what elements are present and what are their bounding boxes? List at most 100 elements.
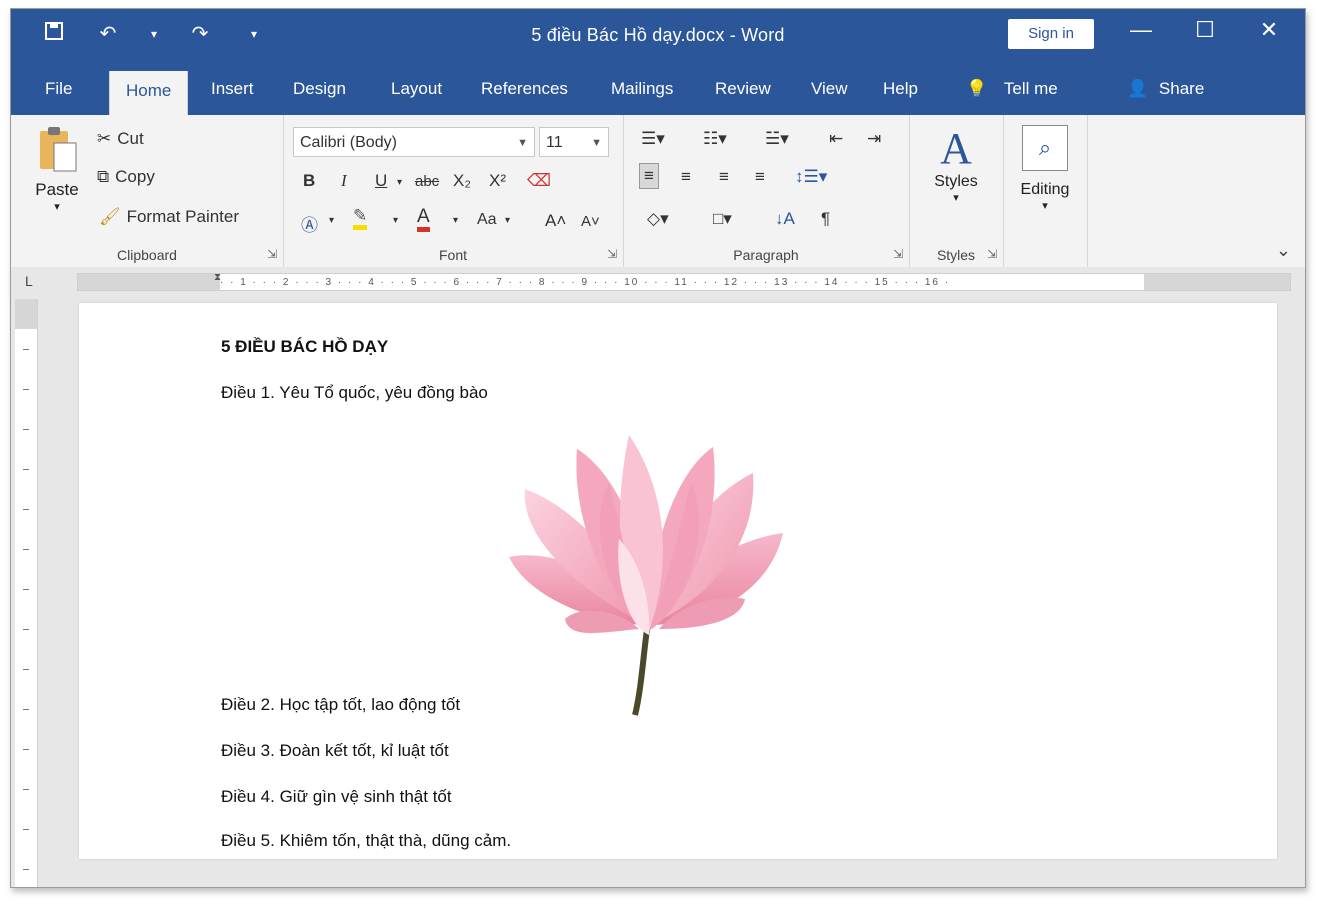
tab-review[interactable]: Review (715, 77, 771, 115)
paste-button[interactable]: Paste ▾ (29, 123, 85, 213)
copy-button[interactable]: ⧉ Copy (97, 167, 155, 187)
document-page[interactable]: 5 ĐIỀU BÁC HỒ DẠY Điều 1. Yêu Tổ quốc, y… (79, 303, 1277, 859)
clipboard-launcher-icon[interactable]: ⇲ (267, 247, 277, 261)
editing-button[interactable]: ⌕ Editing ▾ (1011, 125, 1079, 212)
sort-icon[interactable]: ↓A (775, 209, 795, 229)
strikethrough-button[interactable]: abc (415, 173, 439, 190)
share-button[interactable]: 👤 Share (1127, 77, 1204, 115)
document-paragraph[interactable]: Điều 4. Giữ gìn vệ sinh thật tốt (221, 787, 452, 807)
document-paragraph[interactable]: Điều 5. Khiêm tốn, thật thà, dũng cảm. (221, 831, 511, 851)
person-icon: 👤 (1127, 79, 1149, 98)
vruler-tick (23, 429, 29, 430)
show-formatting-button[interactable]: ¶ (821, 209, 830, 229)
vruler-tick (23, 869, 29, 870)
cut-label: Cut (117, 129, 144, 148)
format-painter-button[interactable]: 🖌 Format Painter (99, 207, 239, 227)
shrink-font-button[interactable]: A˅ (581, 213, 600, 230)
chevron-down-icon: ▼ (517, 137, 528, 149)
document-heading[interactable]: 5 ĐIỀU BÁC HỒ DẠY (221, 337, 388, 357)
tell-me-box[interactable]: 💡 Tell me (966, 77, 1058, 115)
paragraph-launcher-icon[interactable]: ⇲ (893, 247, 903, 261)
grow-font-button[interactable]: A˄ (545, 211, 566, 231)
font-launcher-icon[interactable]: ⇲ (607, 247, 617, 261)
format-painter-label: Format Painter (126, 207, 240, 226)
tab-references[interactable]: References (481, 77, 568, 115)
copy-label: Copy (115, 167, 155, 186)
highlight-icon[interactable]: ✎ (353, 207, 368, 230)
font-name-value: Calibri (Body) (300, 134, 397, 151)
word-window: ↶ ▾ ↷ ▾ 5 điều Bác Hồ dạy.docx - Word Si… (10, 8, 1306, 888)
share-label: Share (1158, 79, 1205, 98)
tab-view[interactable]: View (811, 77, 848, 115)
subscript-button[interactable]: X₂ (453, 171, 471, 191)
paintbrush-icon: 🖌 (99, 207, 121, 226)
line-spacing-icon[interactable]: ↕☰▾ (795, 167, 827, 187)
document-paragraph[interactable]: Điều 1. Yêu Tổ quốc, yêu đồng bào (221, 383, 488, 403)
justify-icon[interactable]: ≡ (755, 167, 765, 187)
indent-marker-icon[interactable]: ⧗ (214, 272, 221, 283)
editing-dropdown-icon: ▾ (1042, 200, 1048, 212)
font-size-value: 11 (546, 134, 563, 151)
vruler-tick (23, 789, 29, 790)
align-center-icon[interactable]: ≡ (681, 167, 691, 187)
minimize-button[interactable]: — (1121, 17, 1161, 43)
change-case-dropdown-icon[interactable]: ▾ (505, 215, 510, 226)
ruler-left-margin (78, 274, 220, 290)
document-paragraph[interactable]: Điều 3. Đoàn kết tốt, kỉ luật tốt (221, 741, 449, 761)
tab-file[interactable]: File (45, 77, 72, 115)
align-left-icon[interactable]: ≡ (639, 163, 659, 189)
text-effects-icon[interactable]: Ⓐ (301, 211, 318, 236)
ribbon-home: Paste ▾ ✂ Cut ⧉ Copy 🖌 Format Painter Cl… (11, 115, 1305, 268)
decrease-indent-icon[interactable]: ⇤ (829, 129, 843, 149)
ruler-ticks: · · 1 · · · 2 · · · 3 · · · 4 · · · 5 · … (220, 277, 951, 287)
bullets-icon[interactable]: ☰▾ (641, 129, 665, 149)
lotus-flower-image[interactable] (509, 429, 789, 719)
paragraph-group: ☰▾ ☷▾ ☱▾ ⇤ ⇥ ≡ ≡ ≡ ≡ ↕☰▾ ◇▾ □▾ ↓A ¶ Para… (623, 115, 910, 267)
vruler-tick (23, 589, 29, 590)
styles-button-label: Styles (934, 173, 978, 190)
close-button[interactable]: ✕ (1249, 17, 1289, 43)
ruler-track[interactable]: · · 1 · · · 2 · · · 3 · · · 4 · · · 5 · … (77, 272, 1291, 291)
highlight-dropdown-icon[interactable]: ▾ (393, 215, 398, 226)
text-effects-dropdown-icon[interactable]: ▾ (329, 215, 334, 226)
bold-button[interactable]: B (303, 171, 315, 191)
font-size-combo[interactable]: 11 ▼ (539, 127, 609, 157)
underline-button[interactable]: U (375, 171, 387, 191)
tab-mailings[interactable]: Mailings (611, 77, 673, 115)
font-color-icon[interactable]: A (417, 207, 430, 232)
multilevel-list-icon[interactable]: ☱▾ (765, 129, 789, 149)
superscript-button[interactable]: X² (489, 171, 506, 191)
tab-help[interactable]: Help (883, 77, 918, 115)
paste-dropdown-icon: ▾ (54, 201, 60, 213)
tab-insert[interactable]: Insert (211, 77, 254, 115)
font-color-dropdown-icon[interactable]: ▾ (453, 215, 458, 226)
document-paragraph[interactable]: Điều 2. Học tập tốt, lao động tốt (221, 695, 460, 715)
clear-formatting-icon[interactable]: ⌫ (527, 171, 551, 191)
align-right-icon[interactable]: ≡ (719, 167, 729, 187)
numbering-icon[interactable]: ☷▾ (703, 129, 727, 149)
cut-button[interactable]: ✂ Cut (97, 129, 144, 149)
styles-button[interactable]: A Styles ▾ (919, 125, 993, 205)
sign-in-button[interactable]: Sign in (1008, 19, 1094, 49)
italic-button[interactable]: I (341, 171, 347, 191)
shading-icon[interactable]: ◇▾ (647, 209, 669, 229)
increase-indent-icon[interactable]: ⇥ (867, 129, 881, 149)
change-case-button[interactable]: Aa (477, 211, 497, 229)
tab-design[interactable]: Design (293, 77, 346, 115)
styles-dropdown-icon: ▾ (953, 192, 959, 204)
styles-launcher-icon[interactable]: ⇲ (987, 247, 997, 261)
underline-dropdown-icon[interactable]: ▾ (397, 177, 402, 188)
ruler-right-margin (1144, 274, 1290, 290)
tab-selector-icon[interactable]: L (25, 273, 33, 289)
editing-group: ⌕ Editing ▾ (1003, 115, 1088, 267)
font-name-combo[interactable]: Calibri (Body) ▼ (293, 127, 535, 157)
tab-layout[interactable]: Layout (391, 77, 442, 115)
borders-icon[interactable]: □▾ (713, 209, 732, 229)
styles-group: A Styles ▾ Styles ⇲ (909, 115, 1004, 267)
scissors-icon: ✂ (97, 129, 112, 148)
vruler-tick (23, 509, 29, 510)
vruler-tick (23, 669, 29, 670)
collapse-ribbon-icon[interactable]: ⌄ (1276, 240, 1291, 261)
tab-home[interactable]: Home (109, 71, 189, 115)
maximize-button[interactable]: ☐ (1185, 17, 1225, 43)
